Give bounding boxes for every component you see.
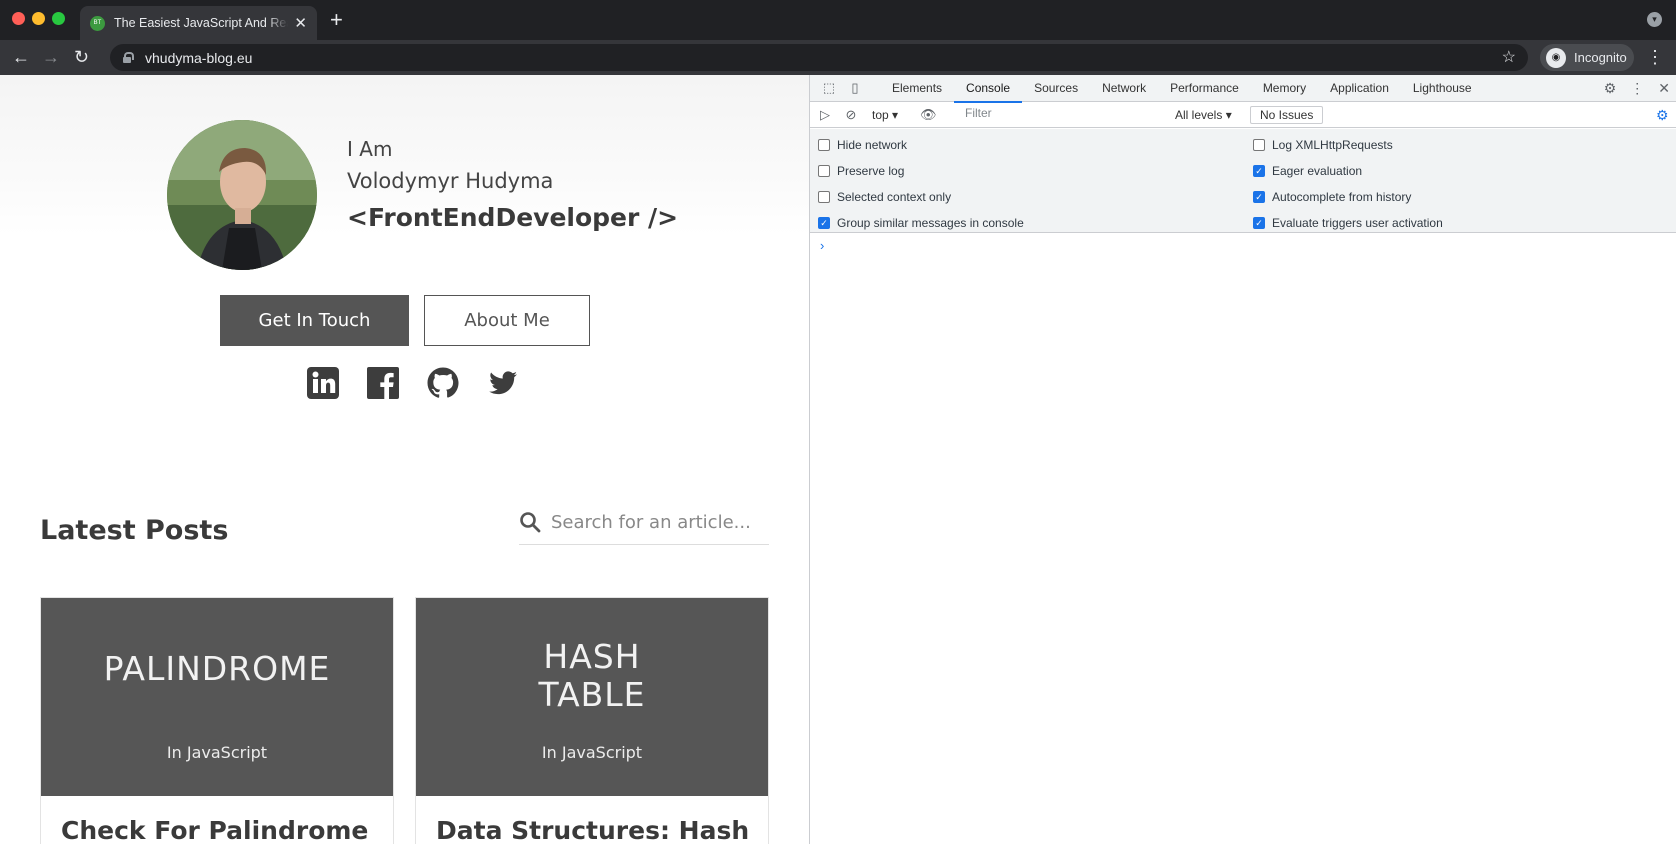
- avatar: [167, 120, 317, 270]
- lock-icon: [122, 52, 134, 63]
- post-card-image-subtitle: In JavaScript: [541, 743, 643, 762]
- option-eager-evaluation[interactable]: ✓ Eager evaluation: [1253, 163, 1362, 179]
- console-settings-panel: Hide network Preserve log Selected conte…: [810, 129, 1676, 233]
- context-select[interactable]: top ▾: [872, 108, 898, 122]
- back-icon[interactable]: ←: [12, 46, 30, 68]
- facebook-icon[interactable]: [366, 366, 400, 400]
- option-log-xhr[interactable]: Log XMLHttpRequests: [1253, 137, 1393, 153]
- checkbox-checked[interactable]: ✓: [1253, 191, 1265, 203]
- tab-performance[interactable]: Performance: [1158, 75, 1251, 102]
- close-tab-icon[interactable]: ✕: [294, 14, 307, 32]
- console-toolbar: ▷ ⊘ top ▾ 👁 All levels ▾ No Issues ⚙: [810, 102, 1676, 128]
- checkbox[interactable]: [818, 191, 830, 203]
- device-toolbar-icon[interactable]: ▯: [848, 81, 862, 95]
- checkbox-checked[interactable]: ✓: [1253, 217, 1265, 229]
- issues-button[interactable]: No Issues: [1250, 106, 1324, 124]
- about-me-button[interactable]: About Me: [424, 295, 590, 346]
- live-expression-eye-icon[interactable]: 👁: [920, 107, 937, 122]
- reload-icon[interactable]: ↻: [74, 46, 89, 68]
- inspect-element-icon[interactable]: ⬚: [822, 81, 836, 95]
- option-preserve-log[interactable]: Preserve log: [818, 163, 904, 179]
- checkbox-checked[interactable]: ✓: [1253, 165, 1265, 177]
- console-settings-icon[interactable]: ⚙: [1656, 108, 1670, 122]
- option-selected-context-only[interactable]: Selected context only: [818, 189, 951, 205]
- post-card[interactable]: HASH TABLE In JavaScript Data Structures…: [415, 597, 769, 844]
- post-card-image: HASH TABLE In JavaScript: [416, 598, 768, 796]
- tab-memory[interactable]: Memory: [1251, 75, 1318, 102]
- console-prompt[interactable]: ›: [820, 238, 824, 253]
- devtools-tabbar: ⬚ ▯ Elements Console Sources Network Per…: [810, 75, 1676, 103]
- tab-search-icon[interactable]: ▾: [1647, 12, 1662, 27]
- checkbox[interactable]: [818, 165, 830, 177]
- tab-lighthouse[interactable]: Lighthouse: [1401, 75, 1484, 102]
- author-role: <FrontEndDeveloper />: [347, 203, 679, 232]
- devtools-close-icon[interactable]: ✕: [1658, 81, 1670, 95]
- console-filter-input[interactable]: [965, 106, 1165, 120]
- browser-toolbar: ← → ↻ vhudyma-blog.eu ☆ ◉ Incognito ⋮: [0, 40, 1676, 75]
- incognito-icon: ◉: [1546, 47, 1566, 68]
- twitter-icon[interactable]: [486, 366, 520, 400]
- github-icon[interactable]: [426, 366, 460, 400]
- log-levels-select[interactable]: All levels ▾: [1175, 108, 1232, 122]
- search-input[interactable]: [551, 511, 751, 533]
- new-tab-icon[interactable]: +: [330, 8, 343, 32]
- post-card-title[interactable]: Check For Palindrome: [61, 816, 368, 844]
- minimize-window-button[interactable]: [32, 12, 45, 25]
- devtools-settings-icon[interactable]: ⚙: [1604, 81, 1617, 95]
- search-icon: [520, 512, 541, 533]
- option-evaluate-triggers[interactable]: ✓ Evaluate triggers user activation: [1253, 215, 1443, 231]
- linkedin-icon[interactable]: [306, 366, 340, 400]
- profile-label: Incognito: [1574, 50, 1627, 65]
- tab-elements[interactable]: Elements: [880, 75, 954, 102]
- option-group-similar[interactable]: ✓ Group similar messages in console: [818, 215, 1024, 231]
- tab-strip: BT The Easiest JavaScript And React ✕ + …: [0, 0, 1676, 40]
- zoom-window-button[interactable]: [52, 12, 65, 25]
- tab-console[interactable]: Console: [954, 75, 1023, 103]
- clear-console-icon[interactable]: ⊘: [844, 107, 858, 122]
- option-hide-network[interactable]: Hide network: [818, 137, 907, 153]
- post-card-title[interactable]: Data Structures: Hash: [436, 816, 749, 844]
- hero-intro: I Am: [347, 137, 393, 161]
- get-in-touch-button[interactable]: Get In Touch: [220, 295, 409, 346]
- browser-menu-icon[interactable]: ⋮: [1646, 46, 1664, 68]
- incognito-profile[interactable]: ◉ Incognito: [1540, 44, 1634, 71]
- article-search: [519, 500, 769, 545]
- checkbox[interactable]: [818, 139, 830, 151]
- close-window-button[interactable]: [12, 12, 25, 25]
- option-autocomplete-history[interactable]: ✓ Autocomplete from history: [1253, 189, 1411, 205]
- tab-sources[interactable]: Sources: [1022, 75, 1090, 102]
- url-text: vhudyma-blog.eu: [145, 49, 253, 66]
- post-card-image-subtitle: In JavaScript: [166, 743, 268, 762]
- tab-network[interactable]: Network: [1090, 75, 1158, 102]
- tab-title: The Easiest JavaScript And React: [114, 16, 289, 30]
- checkbox-checked[interactable]: ✓: [818, 217, 830, 229]
- devtools-menu-icon[interactable]: ⋮: [1630, 81, 1644, 95]
- sidebar-toggle-icon[interactable]: ▷: [818, 107, 832, 122]
- forward-icon[interactable]: →: [42, 46, 60, 68]
- post-card-image-title: PALINDROME: [103, 649, 331, 688]
- devtools-panel: ⬚ ▯ Elements Console Sources Network Per…: [809, 75, 1676, 844]
- browser-tab[interactable]: BT The Easiest JavaScript And React ✕: [80, 6, 317, 40]
- author-name: Volodymyr Hudyma: [347, 169, 554, 193]
- post-card-image: PALINDROME In JavaScript: [41, 598, 393, 796]
- checkbox[interactable]: [1253, 139, 1265, 151]
- post-card[interactable]: PALINDROME In JavaScript Check For Palin…: [40, 597, 394, 844]
- latest-posts-heading: Latest Posts: [40, 515, 229, 546]
- tab-application[interactable]: Application: [1318, 75, 1401, 102]
- page-viewport: I Am Volodymyr Hudyma <FrontEndDeveloper…: [0, 75, 809, 844]
- address-bar[interactable]: vhudyma-blog.eu ☆: [110, 44, 1528, 71]
- post-card-image-title: HASH TABLE: [538, 637, 646, 714]
- favicon-icon: BT: [90, 15, 105, 31]
- bookmark-star-icon[interactable]: ☆: [1502, 47, 1516, 67]
